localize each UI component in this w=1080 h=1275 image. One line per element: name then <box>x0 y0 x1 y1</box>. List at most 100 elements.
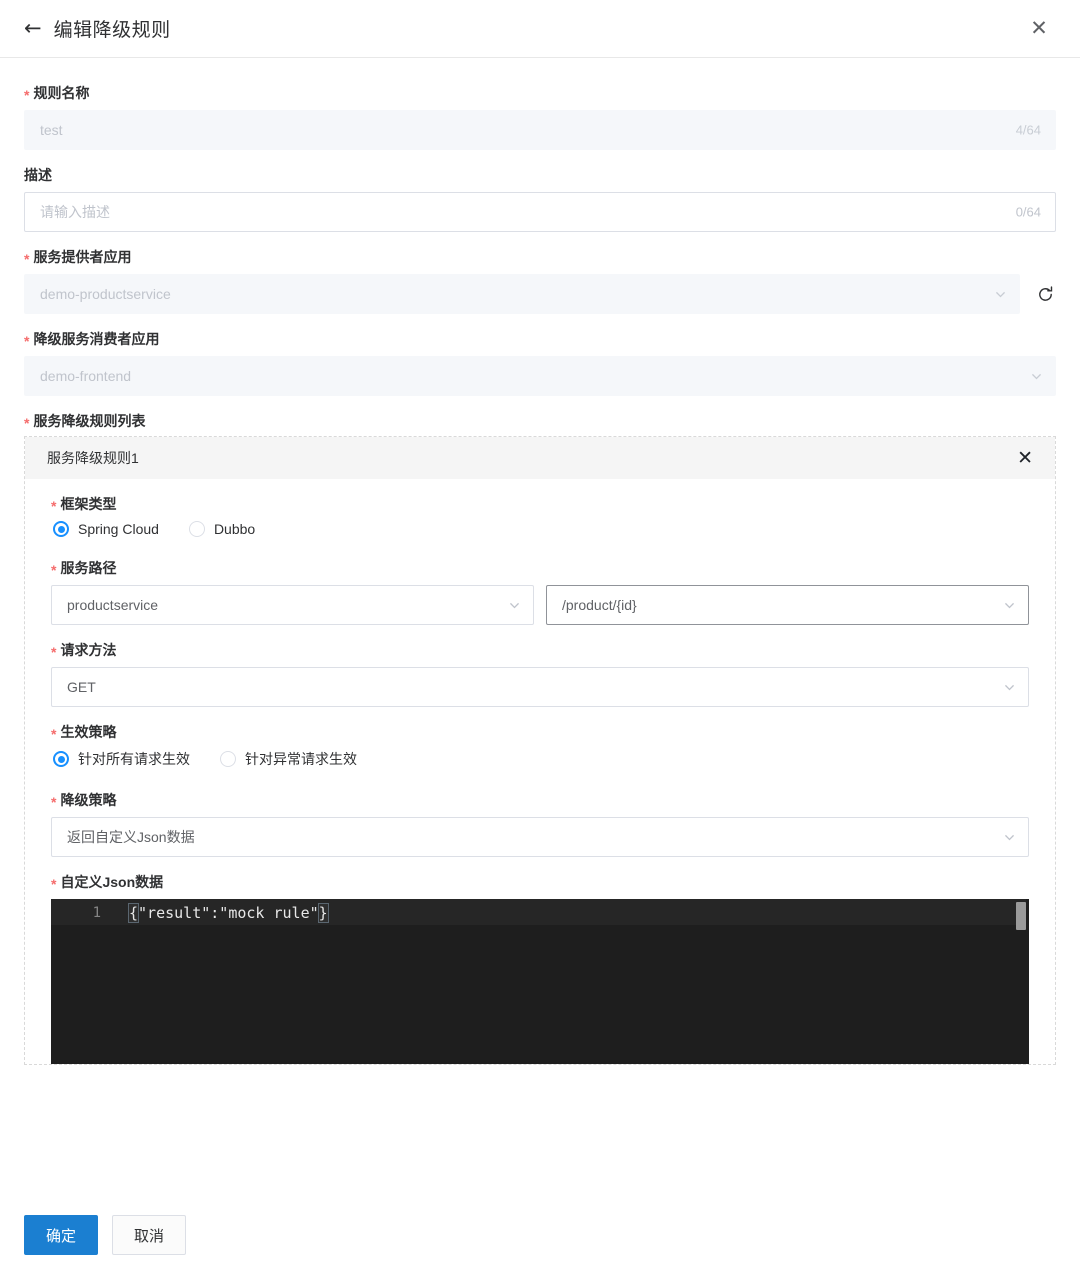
provider-app-label-text: 服务提供者应用 <box>33 249 132 265</box>
framework-type-label: * 框架类型 <box>51 495 1029 513</box>
chevron-down-icon <box>1003 681 1016 694</box>
radio-dot-icon <box>220 751 236 767</box>
provider-app-select[interactable]: demo-productservice <box>24 274 1020 314</box>
rule-name-input[interactable]: test <box>24 110 1056 150</box>
service-path-value: /product/{id} <box>562 597 637 613</box>
edit-degrade-rule-dialog: ← 编辑降级规则 ✕ * 规则名称 test 4/64 描述 请输入描述 0/6… <box>0 0 1080 1275</box>
effect-policy-radio-group: 针对所有请求生效 针对异常请求生效 <box>53 749 1029 769</box>
custom-json-label-text: 自定义Json数据 <box>60 874 164 890</box>
effect-policy-label-text: 生效策略 <box>60 724 117 740</box>
radio-spring-cloud-label: Spring Cloud <box>78 521 159 537</box>
consumer-app-value: demo-frontend <box>40 368 132 384</box>
custom-json-label: * 自定义Json数据 <box>51 873 1029 891</box>
description-label: 描述 <box>24 166 1056 184</box>
radio-error-requests[interactable]: 针对异常请求生效 <box>220 749 357 769</box>
radio-all-requests-label: 针对所有请求生效 <box>78 751 190 767</box>
refresh-icon[interactable] <box>1034 283 1056 305</box>
dialog-footer: 确定 取消 <box>0 1193 1080 1275</box>
provider-app-value: demo-productservice <box>40 286 171 302</box>
required-marker: * <box>51 562 57 578</box>
field-custom-json: * 自定义Json数据 1 {"result":"mock rule"} <box>51 873 1029 1064</box>
description-placeholder: 请输入描述 <box>40 204 110 220</box>
required-marker: * <box>24 251 30 267</box>
request-method-value: GET <box>67 679 96 695</box>
editor-line-number: 1 <box>92 905 101 921</box>
description-input-wrap: 请输入描述 0/64 <box>24 192 1056 232</box>
required-marker: * <box>51 644 57 660</box>
rule-card-header: 服务降级规则1 ✕ <box>25 437 1055 479</box>
field-service-path: * 服务路径 productservice /product/{id} <box>51 559 1029 625</box>
required-marker: * <box>24 415 30 431</box>
editor-right-edge <box>1026 899 1029 1064</box>
field-request-method: * 请求方法 GET <box>51 641 1029 707</box>
field-consumer-app: * 降级服务消费者应用 demo-frontend <box>24 330 1056 396</box>
rule-name-value: test <box>40 122 63 138</box>
degrade-policy-value: 返回自定义Json数据 <box>67 829 195 845</box>
chevron-down-icon <box>1030 370 1043 383</box>
close-icon[interactable]: ✕ <box>1017 448 1033 468</box>
service-path-row: productservice /product/{id} <box>51 585 1029 625</box>
request-method-select[interactable]: GET <box>51 667 1029 707</box>
provider-app-row: demo-productservice <box>24 274 1056 314</box>
editor-open-brace: { <box>127 903 140 923</box>
consumer-app-label-text: 降级服务消费者应用 <box>33 331 160 347</box>
custom-json-editor[interactable]: 1 {"result":"mock rule"} <box>51 899 1029 1064</box>
required-marker: * <box>51 726 57 742</box>
editor-scrollbar[interactable] <box>1016 902 1026 930</box>
rule-name-label: * 规则名称 <box>24 84 1056 102</box>
required-marker: * <box>24 333 30 349</box>
rule-name-label-text: 规则名称 <box>33 85 90 101</box>
required-marker: * <box>24 87 30 103</box>
form-body: * 规则名称 test 4/64 描述 请输入描述 0/64 * 服务提供者应用… <box>0 58 1080 1065</box>
close-icon[interactable]: ✕ <box>1026 16 1052 42</box>
cancel-button[interactable]: 取消 <box>112 1215 186 1255</box>
field-degrade-policy: * 降级策略 返回自定义Json数据 <box>51 791 1029 857</box>
service-name-value: productservice <box>67 597 159 613</box>
request-method-label-text: 请求方法 <box>60 642 117 658</box>
radio-dubbo[interactable]: Dubbo <box>188 521 256 537</box>
rule-name-input-wrap: test 4/64 <box>24 110 1056 150</box>
required-marker: * <box>51 498 57 514</box>
radio-spring-cloud[interactable]: Spring Cloud <box>53 521 159 537</box>
confirm-button[interactable]: 确定 <box>24 1215 98 1255</box>
service-path-select[interactable]: /product/{id} <box>546 585 1029 625</box>
field-description: 描述 请输入描述 0/64 <box>24 166 1056 232</box>
radio-dot-icon <box>53 751 69 767</box>
description-label-text: 描述 <box>24 167 52 183</box>
field-rule-name: * 规则名称 test 4/64 <box>24 84 1056 150</box>
radio-dot-icon <box>53 521 69 537</box>
radio-dubbo-label: Dubbo <box>213 521 256 537</box>
rule-card: 服务降级规则1 ✕ * 框架类型 Spring Cloud Dubbo * 服务… <box>24 436 1056 1065</box>
radio-dot-icon <box>188 521 205 537</box>
page-title: 编辑降级规则 <box>53 20 171 41</box>
chevron-down-icon <box>994 288 1007 301</box>
provider-app-label: * 服务提供者应用 <box>24 248 1056 266</box>
arrow-left-icon[interactable]: ← <box>24 18 42 39</box>
radio-error-requests-label: 针对异常请求生效 <box>245 751 357 767</box>
framework-type-label-text: 框架类型 <box>60 496 117 512</box>
field-provider-app: * 服务提供者应用 demo-productservice <box>24 248 1056 314</box>
consumer-app-select[interactable]: demo-frontend <box>24 356 1056 396</box>
required-marker: * <box>51 794 57 810</box>
degrade-policy-select[interactable]: 返回自定义Json数据 <box>51 817 1029 857</box>
dialog-header: ← 编辑降级规则 ✕ <box>0 0 1080 58</box>
request-method-label: * 请求方法 <box>51 641 1029 659</box>
radio-all-requests[interactable]: 针对所有请求生效 <box>53 749 190 769</box>
editor-close-brace: } <box>317 903 329 923</box>
degrade-policy-label-text: 降级策略 <box>60 792 117 808</box>
editor-gutter: 1 <box>51 899 113 1064</box>
framework-type-radio-group: Spring Cloud Dubbo <box>53 521 1029 537</box>
effect-policy-label: * 生效策略 <box>51 723 1029 741</box>
rule-card-body: * 框架类型 Spring Cloud Dubbo * 服务路径 product… <box>25 479 1055 1064</box>
editor-json-body: "result":"mock rule" <box>138 904 319 922</box>
chevron-down-icon <box>1003 831 1016 844</box>
service-path-label-text: 服务路径 <box>60 560 117 576</box>
service-name-select[interactable]: productservice <box>51 585 534 625</box>
description-input[interactable]: 请输入描述 <box>24 192 1056 232</box>
required-marker: * <box>51 876 57 892</box>
editor-code-content[interactable]: {"result":"mock rule"} <box>127 899 1013 923</box>
chevron-down-icon <box>508 599 521 612</box>
rule-list-label-text: 服务降级规则列表 <box>33 413 146 429</box>
degrade-policy-label: * 降级策略 <box>51 791 1029 809</box>
consumer-app-label: * 降级服务消费者应用 <box>24 330 1056 348</box>
